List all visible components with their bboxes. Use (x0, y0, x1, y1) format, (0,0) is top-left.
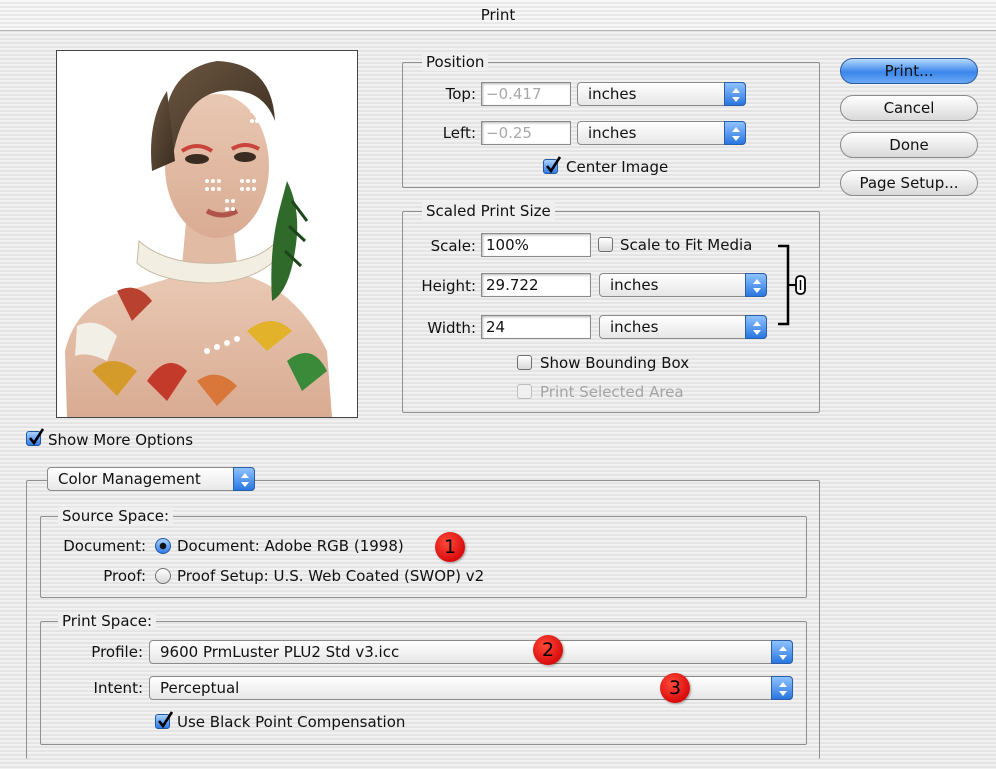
height-unit-popup[interactable]: inches (599, 273, 767, 297)
scale-to-fit-media-checkbox[interactable] (598, 237, 613, 252)
options-section-popup[interactable]: Color Management (47, 467, 255, 491)
height-label: Height: (421, 277, 476, 295)
chevron-updown-icon (724, 121, 746, 145)
options-section-value: Color Management (58, 470, 201, 488)
width-label: Width: (427, 319, 476, 337)
black-point-compensation-label: Use Black Point Compensation (177, 713, 406, 731)
left-label: Left: (442, 124, 476, 142)
chevron-updown-icon (771, 676, 793, 700)
intent-popup[interactable]: Perceptual (149, 676, 793, 700)
black-point-compensation-checkbox[interactable] (155, 711, 173, 729)
document-label: Document: (63, 537, 146, 555)
print-selected-area-label: Print Selected Area (540, 383, 684, 401)
chevron-updown-icon (724, 82, 746, 106)
width-unit-value: inches (610, 318, 659, 336)
callout-badge-1: 1 (435, 532, 465, 562)
profile-value: 9600 PrmLuster PLU2 Std v3.icc (160, 643, 400, 661)
proof-option-label: Proof Setup: U.S. Web Coated (SWOP) v2 (177, 567, 485, 585)
intent-label: Intent: (93, 679, 143, 697)
portrait-preview-image (57, 51, 357, 417)
scale-to-fit-media-label: Scale to Fit Media (620, 236, 753, 254)
source-space-legend: Source Space: (58, 507, 174, 525)
scaled-print-size-legend: Scaled Print Size (422, 202, 555, 220)
top-unit-value: inches (588, 85, 637, 103)
callout-badge-3: 3 (660, 673, 690, 703)
height-unit-value: inches (610, 276, 659, 294)
proportion-link-icon[interactable] (772, 244, 812, 326)
show-bounding-box-checkbox[interactable] (517, 355, 532, 370)
print-button[interactable]: Print... (840, 58, 978, 84)
page-setup-button[interactable]: Page Setup... (840, 170, 978, 196)
title-bar: Print (0, 0, 996, 31)
done-button[interactable]: Done (840, 132, 978, 158)
show-more-options-label: Show More Options (48, 431, 194, 449)
window-title: Print (480, 6, 516, 24)
scale-field[interactable]: 100% (481, 233, 591, 257)
left-field[interactable]: −0.25 (481, 121, 571, 145)
checkmark-icon (28, 428, 44, 446)
callout-badge-2: 2 (533, 635, 563, 665)
width-field[interactable]: 24 (481, 315, 591, 339)
profile-label: Profile: (91, 643, 143, 661)
image-preview (56, 50, 358, 418)
height-field[interactable]: 29.722 (481, 273, 591, 297)
top-unit-popup[interactable]: inches (577, 82, 746, 106)
width-unit-popup[interactable]: inches (599, 315, 767, 339)
print-dialog: Print Position Top: −0.417 inches Left: … (0, 0, 996, 769)
chevron-updown-icon (771, 640, 793, 664)
show-more-options-checkbox[interactable] (26, 428, 44, 446)
checkmark-icon (157, 711, 173, 729)
show-bounding-box-label: Show Bounding Box (540, 354, 690, 372)
print-selected-area-checkbox[interactable] (517, 384, 532, 399)
left-unit-popup[interactable]: inches (577, 121, 746, 145)
document-radio[interactable] (155, 538, 171, 554)
chevron-updown-icon (745, 315, 767, 339)
center-image-label: Center Image (566, 158, 669, 176)
cancel-button[interactable]: Cancel (840, 95, 978, 121)
scale-label: Scale: (430, 237, 476, 255)
proof-label: Proof: (103, 567, 146, 585)
print-space-legend: Print Space: (58, 612, 157, 630)
chevron-updown-icon (233, 467, 255, 491)
left-unit-value: inches (588, 124, 637, 142)
proof-radio[interactable] (155, 568, 171, 584)
chevron-updown-icon (745, 273, 767, 297)
checkmark-icon (545, 156, 561, 174)
profile-popup[interactable]: 9600 PrmLuster PLU2 Std v3.icc (149, 640, 793, 664)
position-legend: Position (422, 53, 489, 71)
document-option-label: Document: Adobe RGB (1998) (177, 537, 404, 555)
center-image-checkbox[interactable] (543, 156, 561, 174)
top-label: Top: (445, 85, 476, 103)
intent-value: Perceptual (160, 679, 240, 697)
top-field[interactable]: −0.417 (481, 82, 571, 106)
